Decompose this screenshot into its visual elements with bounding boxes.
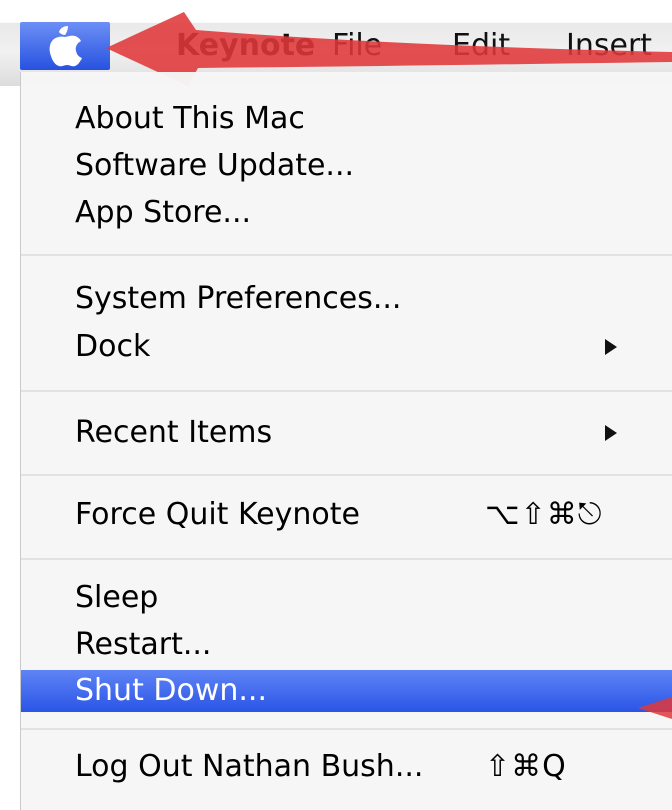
menu-item-about-this-mac[interactable]: About This Mac (21, 98, 672, 140)
menubar-file[interactable]: File (332, 22, 382, 70)
menu-separator (21, 254, 672, 256)
menu-item-label: Shut Down... (75, 673, 267, 708)
menu-item-recent-items[interactable]: Recent Items (21, 412, 672, 454)
menu-separator (21, 558, 672, 560)
menu-item-label: Dock (75, 329, 151, 364)
menu-item-label: App Store... (75, 195, 252, 230)
menu-item-label: System Preferences... (75, 281, 402, 316)
menu-item-label: Log Out Nathan Bush... (75, 749, 424, 784)
menu-item-label: Recent Items (75, 415, 273, 450)
menubar-edit[interactable]: Edit (452, 22, 510, 70)
menu-item-sleep[interactable]: Sleep (21, 577, 672, 619)
apple-menu-dropdown: About This Mac Software Update... App St… (20, 72, 672, 810)
menu-item-label: Software Update... (75, 148, 355, 183)
menu-separator (21, 390, 672, 392)
menu-item-restart[interactable]: Restart... (21, 624, 672, 666)
triangle-right-icon (605, 425, 617, 441)
annotation-arrowhead-icon (638, 697, 672, 719)
menu-item-software-update[interactable]: Software Update... (21, 145, 672, 187)
menu-item-label: About This Mac (75, 101, 305, 136)
menu-separator (21, 728, 672, 730)
menu-item-shortcut: ⇧⌘Q (485, 749, 567, 784)
menubar-app-name[interactable]: Keynote (176, 22, 315, 70)
triangle-right-icon (605, 339, 617, 355)
apple-menu-button[interactable] (20, 22, 110, 70)
menu-item-shortcut: ⌥⇧⌘⎋ (485, 497, 603, 532)
menubar-insert[interactable]: Insert (566, 22, 652, 70)
menu-item-force-quit[interactable]: Force Quit Keynote ⌥⇧⌘⎋ (21, 494, 672, 536)
menu-item-system-preferences[interactable]: System Preferences... (21, 278, 672, 320)
menu-item-app-store[interactable]: App Store... (21, 192, 672, 234)
menu-item-label: Force Quit Keynote (75, 497, 360, 532)
apple-logo-icon (49, 26, 82, 67)
menu-item-label: Sleep (75, 580, 159, 615)
menu-item-dock[interactable]: Dock (21, 326, 672, 368)
menu-item-log-out[interactable]: Log Out Nathan Bush... ⇧⌘Q (21, 746, 672, 788)
menu-item-label: Restart... (75, 627, 212, 662)
menu-separator (21, 474, 672, 476)
menu-item-shut-down[interactable]: Shut Down... (21, 670, 672, 712)
